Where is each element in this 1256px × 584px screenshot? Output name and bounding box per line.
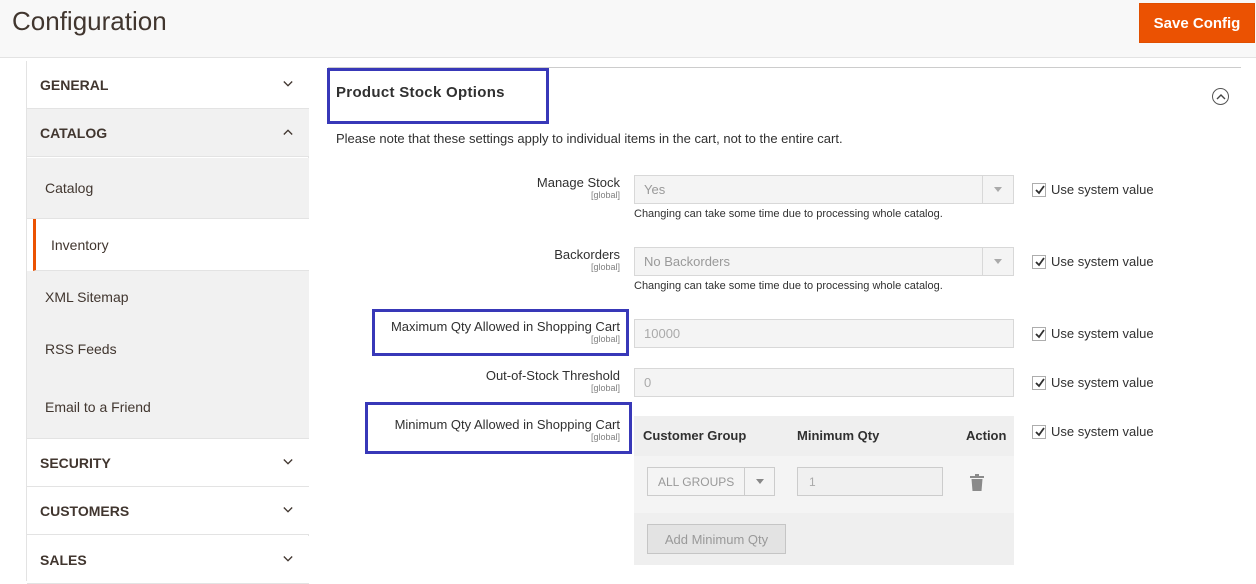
select-value: Yes	[644, 182, 666, 197]
checkbox-checked-icon[interactable]	[1032, 182, 1046, 197]
column-header-minimum-qty: Minimum Qty	[797, 428, 880, 443]
backorders-hint: Changing can take some time due to proce…	[634, 280, 943, 292]
chevron-down-icon	[283, 556, 293, 562]
dropdown-arrow-icon	[982, 176, 1013, 203]
checkbox-label: Use system value	[1051, 182, 1154, 197]
tab-catalog[interactable]: CATALOG	[27, 109, 309, 157]
checkbox-label: Use system value	[1051, 424, 1154, 439]
min-qty-use-system-value[interactable]: Use system value	[1032, 424, 1154, 439]
manage-stock-use-system-value[interactable]: Use system value	[1032, 182, 1154, 197]
dropdown-arrow-icon	[744, 468, 774, 495]
sidebar-item-rss-feeds[interactable]: RSS Feeds	[27, 323, 309, 375]
chevron-up-icon	[283, 129, 293, 135]
dropdown-arrow-icon	[982, 248, 1013, 275]
field-label: Maximum Qty Allowed in Shopping Cart	[390, 319, 620, 334]
sidebar-item-inventory[interactable]: Inventory	[33, 219, 309, 271]
min-qty-label: Minimum Qty Allowed in Shopping Cart [gl…	[395, 417, 620, 443]
trash-icon[interactable]	[970, 474, 984, 496]
backorders-select[interactable]: No Backorders	[634, 247, 1014, 276]
sidebar-item-label: Catalog	[45, 180, 94, 196]
chevron-down-icon	[283, 81, 293, 87]
page-header: Configuration Save Config	[0, 0, 1256, 58]
section-note: Please note that these settings apply to…	[336, 131, 843, 146]
input-value: 1	[809, 474, 816, 489]
chevron-down-icon	[283, 507, 293, 513]
sidebar-item-label: XML Sitemap	[45, 289, 129, 305]
field-label: Manage Stock	[536, 175, 620, 190]
backorders-use-system-value[interactable]: Use system value	[1032, 254, 1154, 269]
table-row: ALL GROUPS 1	[634, 456, 1014, 513]
tab-customers-label: CUSTOMERS	[40, 502, 130, 519]
checkbox-label: Use system value	[1051, 375, 1154, 390]
minimum-qty-input[interactable]: 1	[797, 467, 943, 496]
sidebar-item-label: Inventory	[51, 236, 109, 253]
manage-stock-label: Manage Stock [global]	[537, 175, 620, 201]
section-divider	[328, 67, 1241, 68]
sidebar-item-label: Email to a Friend	[45, 398, 151, 415]
oos-threshold-label: Out-of-Stock Threshold [global]	[486, 368, 620, 394]
checkbox-checked-icon[interactable]	[1032, 326, 1046, 341]
input-value: 0	[644, 375, 652, 390]
oos-threshold-input[interactable]: 0	[634, 368, 1014, 397]
config-sidebar: GENERAL CATALOG Catalog Inventory XML Si…	[26, 61, 309, 584]
checkbox-checked-icon[interactable]	[1032, 254, 1046, 269]
tab-customers[interactable]: CUSTOMERS	[27, 487, 309, 535]
tab-security[interactable]: SECURITY	[27, 439, 309, 487]
sidebar-item-xml-sitemap[interactable]: XML Sitemap	[27, 271, 309, 323]
scope-label: [global]	[590, 334, 620, 344]
field-label: Out-of-Stock Threshold	[485, 368, 620, 383]
scope-label: [global]	[590, 383, 620, 393]
manage-stock-select[interactable]: Yes	[634, 175, 1014, 204]
sidebar-item-catalog[interactable]: Catalog	[27, 158, 309, 219]
oos-threshold-use-system-value[interactable]: Use system value	[1032, 375, 1154, 390]
tab-general[interactable]: GENERAL	[27, 61, 309, 109]
tab-security-label: SECURITY	[40, 454, 111, 471]
field-label: Backorders	[554, 247, 620, 262]
max-qty-input[interactable]: 10000	[634, 319, 1014, 348]
scope-label: [global]	[590, 190, 620, 200]
tab-general-label: GENERAL	[40, 76, 109, 93]
input-value: 10000	[644, 326, 681, 341]
chevron-down-icon	[283, 459, 293, 465]
save-config-button[interactable]: Save Config	[1139, 3, 1255, 43]
min-qty-table: Customer Group Minimum Qty Action ALL GR…	[634, 416, 1014, 565]
backorders-label: Backorders [global]	[554, 247, 620, 273]
select-value: No Backorders	[644, 254, 730, 269]
tab-sales-label: SALES	[40, 551, 87, 568]
sidebar-item-label: RSS Feeds	[45, 341, 117, 357]
add-minimum-qty-button[interactable]: Add Minimum Qty	[647, 524, 786, 554]
checkbox-checked-icon[interactable]	[1032, 375, 1046, 390]
column-header-action: Action	[966, 428, 1007, 443]
tab-sales[interactable]: SALES	[27, 536, 309, 584]
select-value: ALL GROUPS	[658, 474, 735, 489]
sidebar-item-email-to-friend[interactable]: Email to a Friend	[27, 375, 309, 439]
max-qty-label: Maximum Qty Allowed in Shopping Cart [gl…	[391, 319, 620, 345]
scope-label: [global]	[590, 262, 620, 272]
customer-group-select[interactable]: ALL GROUPS	[647, 467, 775, 496]
checkbox-label: Use system value	[1051, 326, 1154, 341]
manage-stock-hint: Changing can take some time due to proce…	[634, 208, 943, 220]
tab-catalog-label: CATALOG	[40, 124, 108, 141]
checkbox-label: Use system value	[1051, 254, 1154, 269]
scope-label: [global]	[590, 432, 620, 442]
max-qty-use-system-value[interactable]: Use system value	[1032, 326, 1154, 341]
collapse-section-icon[interactable]	[1212, 88, 1229, 105]
section-title[interactable]: Product Stock Options	[336, 84, 505, 101]
column-header-customer-group: Customer Group	[643, 428, 747, 443]
checkbox-checked-icon[interactable]	[1032, 424, 1046, 439]
page-title: Configuration	[12, 6, 167, 36]
field-label: Minimum Qty Allowed in Shopping Cart	[394, 417, 620, 432]
